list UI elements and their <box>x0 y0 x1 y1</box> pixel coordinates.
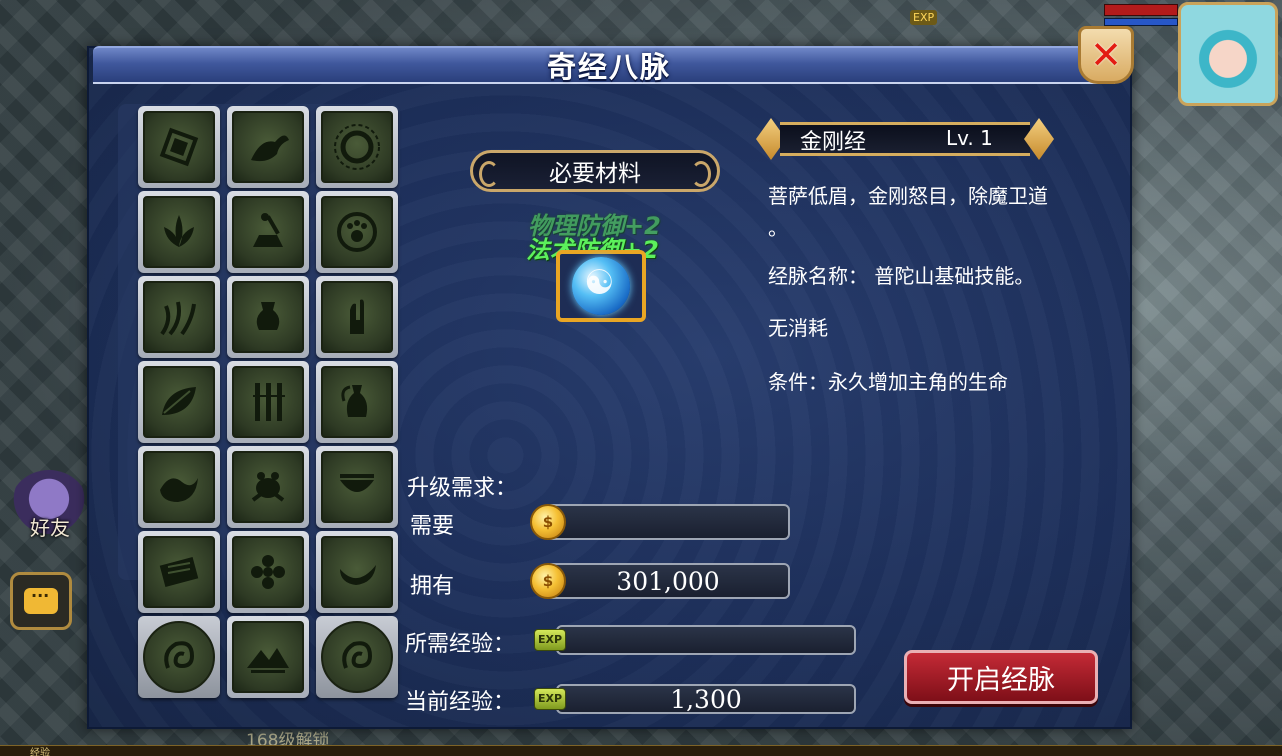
crescent-icon <box>340 565 376 585</box>
tendril-icon <box>160 301 196 336</box>
coiled-dragon-icon <box>342 641 373 669</box>
meridian-slot[interactable] <box>138 616 220 698</box>
meridian-slot[interactable] <box>138 191 220 273</box>
sun-ring-icon <box>334 124 380 170</box>
skill-meridian-name: 经脉名称： 普陀山基础技能。 <box>768 264 1035 288</box>
bottom-exp-strip: 经验 <box>0 745 1282 756</box>
diamond-sigil-icon <box>159 127 199 167</box>
skill-description-line1: 菩萨低眉，金刚怒目，除魔卫道 <box>768 184 1048 208</box>
meridian-slot[interactable] <box>227 361 309 443</box>
panel-title: 奇经八脉 <box>546 50 671 84</box>
current-exp-field: 1,300 <box>556 684 856 714</box>
top-exp-badge: EXP <box>910 10 938 25</box>
required-exp-label: 所需经验： <box>405 632 516 657</box>
have-label: 拥有 <box>410 574 455 599</box>
skill-cost: 无消耗 <box>768 316 828 340</box>
skill-name: 金刚经 <box>800 130 867 155</box>
close-button[interactable]: ✕ <box>1078 26 1134 84</box>
meridian-slot[interactable] <box>316 531 398 613</box>
meridian-slot[interactable] <box>138 531 220 613</box>
meridian-slot-inner <box>143 366 215 438</box>
meridian-slot-inner <box>143 536 215 608</box>
flower-icon <box>251 555 285 589</box>
materials-title: 必要材料 <box>470 150 720 192</box>
meridian-slot[interactable] <box>316 106 398 188</box>
meridian-slot-inner <box>321 536 393 608</box>
meridian-slot-inner <box>321 451 393 523</box>
meridian-slot-inner <box>232 451 304 523</box>
chat-bubble-icon <box>24 586 58 614</box>
meridian-slot[interactable] <box>316 191 398 273</box>
mountain-icon <box>247 648 289 673</box>
skill-level: Lv. 1 <box>946 126 993 150</box>
meridian-slot-inner <box>232 111 304 183</box>
bottom-strip-label: 经验 <box>30 748 50 756</box>
exp-icon: EXP <box>534 629 566 651</box>
hp-bar <box>1104 4 1178 16</box>
skill-description-line2: 。 <box>768 216 788 240</box>
meridian-slot[interactable] <box>138 446 220 528</box>
meridian-slot-inner <box>143 451 215 523</box>
bowl-icon <box>340 474 374 492</box>
meridian-slot[interactable] <box>138 106 220 188</box>
meridian-slot[interactable] <box>227 276 309 358</box>
open-meridian-button[interactable]: 开启经脉 <box>904 650 1098 704</box>
meridian-slot[interactable] <box>227 531 309 613</box>
bamboo-icon <box>253 383 285 421</box>
frog-icon <box>251 472 285 502</box>
meridian-slot-inner <box>143 281 215 353</box>
urn-icon <box>256 302 280 330</box>
meridian-slot[interactable] <box>138 361 220 443</box>
meridian-slot[interactable] <box>316 276 398 358</box>
meridian-slot-inner <box>232 281 304 353</box>
meridian-slot[interactable] <box>227 106 309 188</box>
need-label: 需要 <box>410 514 455 539</box>
meridian-slot-inner <box>143 621 215 693</box>
current-exp-label: 当前经验： <box>405 690 516 715</box>
water-orb-icon <box>572 257 630 315</box>
meridian-slot[interactable] <box>316 361 398 443</box>
close-icon: ✕ <box>1090 33 1122 77</box>
meridian-slot-inner <box>232 366 304 438</box>
meridian-slot-inner <box>143 111 215 183</box>
meridian-slot-inner <box>321 621 393 693</box>
friend-label: 好友 <box>30 516 70 540</box>
meridian-slot[interactable] <box>227 616 309 698</box>
meridian-slot[interactable] <box>316 616 398 698</box>
meridian-slot-inner <box>321 366 393 438</box>
lotus-icon <box>164 215 194 247</box>
need-value-field <box>546 504 790 540</box>
scroll-icon <box>159 556 199 588</box>
upgrade-header: 升级需求： <box>407 476 518 501</box>
bell-hammer-icon <box>253 213 283 247</box>
meridian-slot-inner <box>321 281 393 353</box>
mp-bar <box>1104 18 1178 26</box>
gold-coin-icon: $ <box>530 504 566 540</box>
material-item-slot[interactable] <box>556 250 646 322</box>
required-exp-field <box>556 625 856 655</box>
palm-hand-icon <box>350 299 364 334</box>
leaf-icon <box>162 387 196 415</box>
wave-icon <box>160 478 198 502</box>
skill-condition: 条件：永久增加主角的生命 <box>768 370 1008 394</box>
meridian-slot[interactable] <box>316 446 398 528</box>
vase-icon <box>341 385 368 417</box>
paw-circle-icon <box>337 212 377 252</box>
chat-button[interactable] <box>10 572 72 630</box>
meridian-slot-inner <box>232 536 304 608</box>
meridian-slot-inner <box>143 196 215 268</box>
gold-coin-icon: $ <box>530 563 566 599</box>
meridian-slot-inner <box>232 621 304 693</box>
have-value-field: 301,000 <box>546 563 790 599</box>
meridian-slot[interactable] <box>227 191 309 273</box>
meridian-slot-inner <box>232 196 304 268</box>
meridian-slot[interactable] <box>227 446 309 528</box>
meridian-slot-inner <box>321 111 393 183</box>
exp-icon: EXP <box>534 688 566 710</box>
bird-icon <box>251 135 289 162</box>
coiled-dragon-icon <box>164 641 195 669</box>
meridian-slot-inner <box>321 196 393 268</box>
meridian-slot[interactable] <box>138 276 220 358</box>
